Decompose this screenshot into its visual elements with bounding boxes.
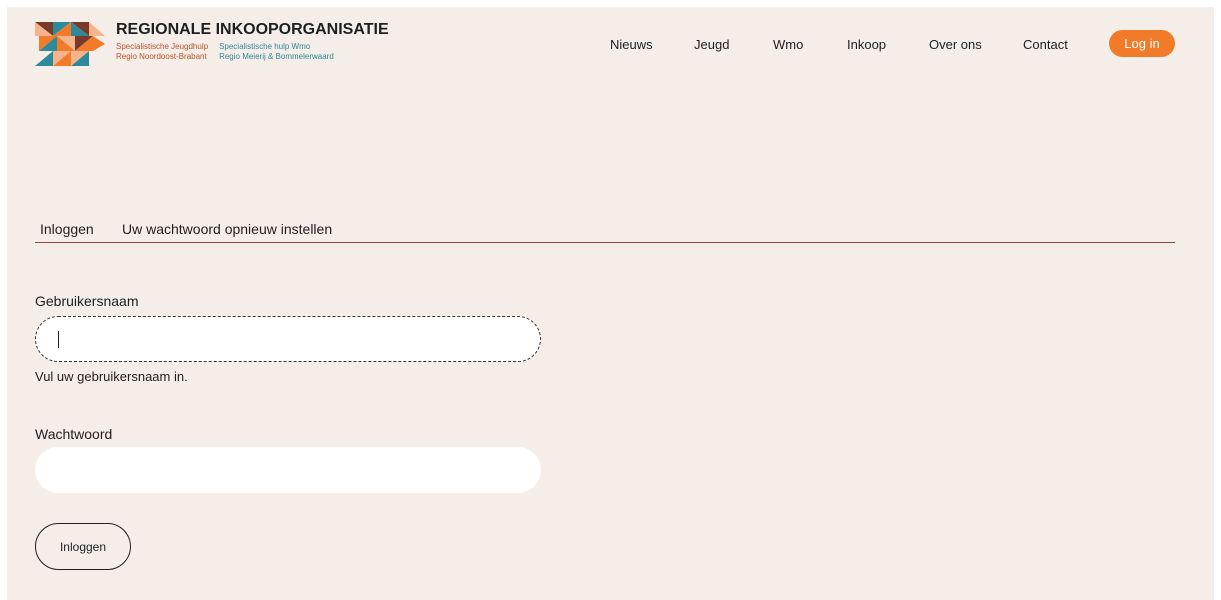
- tab-reset-password[interactable]: Uw wachtwoord opnieuw instellen: [122, 221, 332, 237]
- text-caret: [58, 331, 59, 348]
- nav-item-jeugd[interactable]: Jeugd: [694, 37, 729, 52]
- page: REGIONALE INKOOPORGANISATIE Specialistis…: [7, 7, 1214, 600]
- login-tabs: Inloggen Uw wachtwoord opnieuw instellen: [35, 221, 1175, 243]
- submit-login-button[interactable]: Inloggen: [35, 523, 131, 570]
- password-input[interactable]: [35, 447, 541, 493]
- username-label: Gebruikersnaam: [35, 293, 139, 309]
- nav-item-nieuws[interactable]: Nieuws: [610, 37, 653, 52]
- nav-item-over-ons[interactable]: Over ons: [929, 37, 982, 52]
- password-label: Wachtwoord: [35, 426, 113, 442]
- nav-item-inkoop[interactable]: Inkoop: [847, 37, 886, 52]
- main-nav: Nieuws Jeugd Wmo Inkoop Over ons Contact…: [7, 30, 1214, 60]
- username-input[interactable]: [35, 316, 541, 362]
- nav-item-wmo[interactable]: Wmo: [773, 37, 803, 52]
- tab-inloggen[interactable]: Inloggen: [40, 221, 94, 237]
- nav-item-contact[interactable]: Contact: [1023, 37, 1068, 52]
- login-button[interactable]: Log in: [1109, 30, 1175, 57]
- username-hint: Vul uw gebruikersnaam in.: [35, 369, 188, 384]
